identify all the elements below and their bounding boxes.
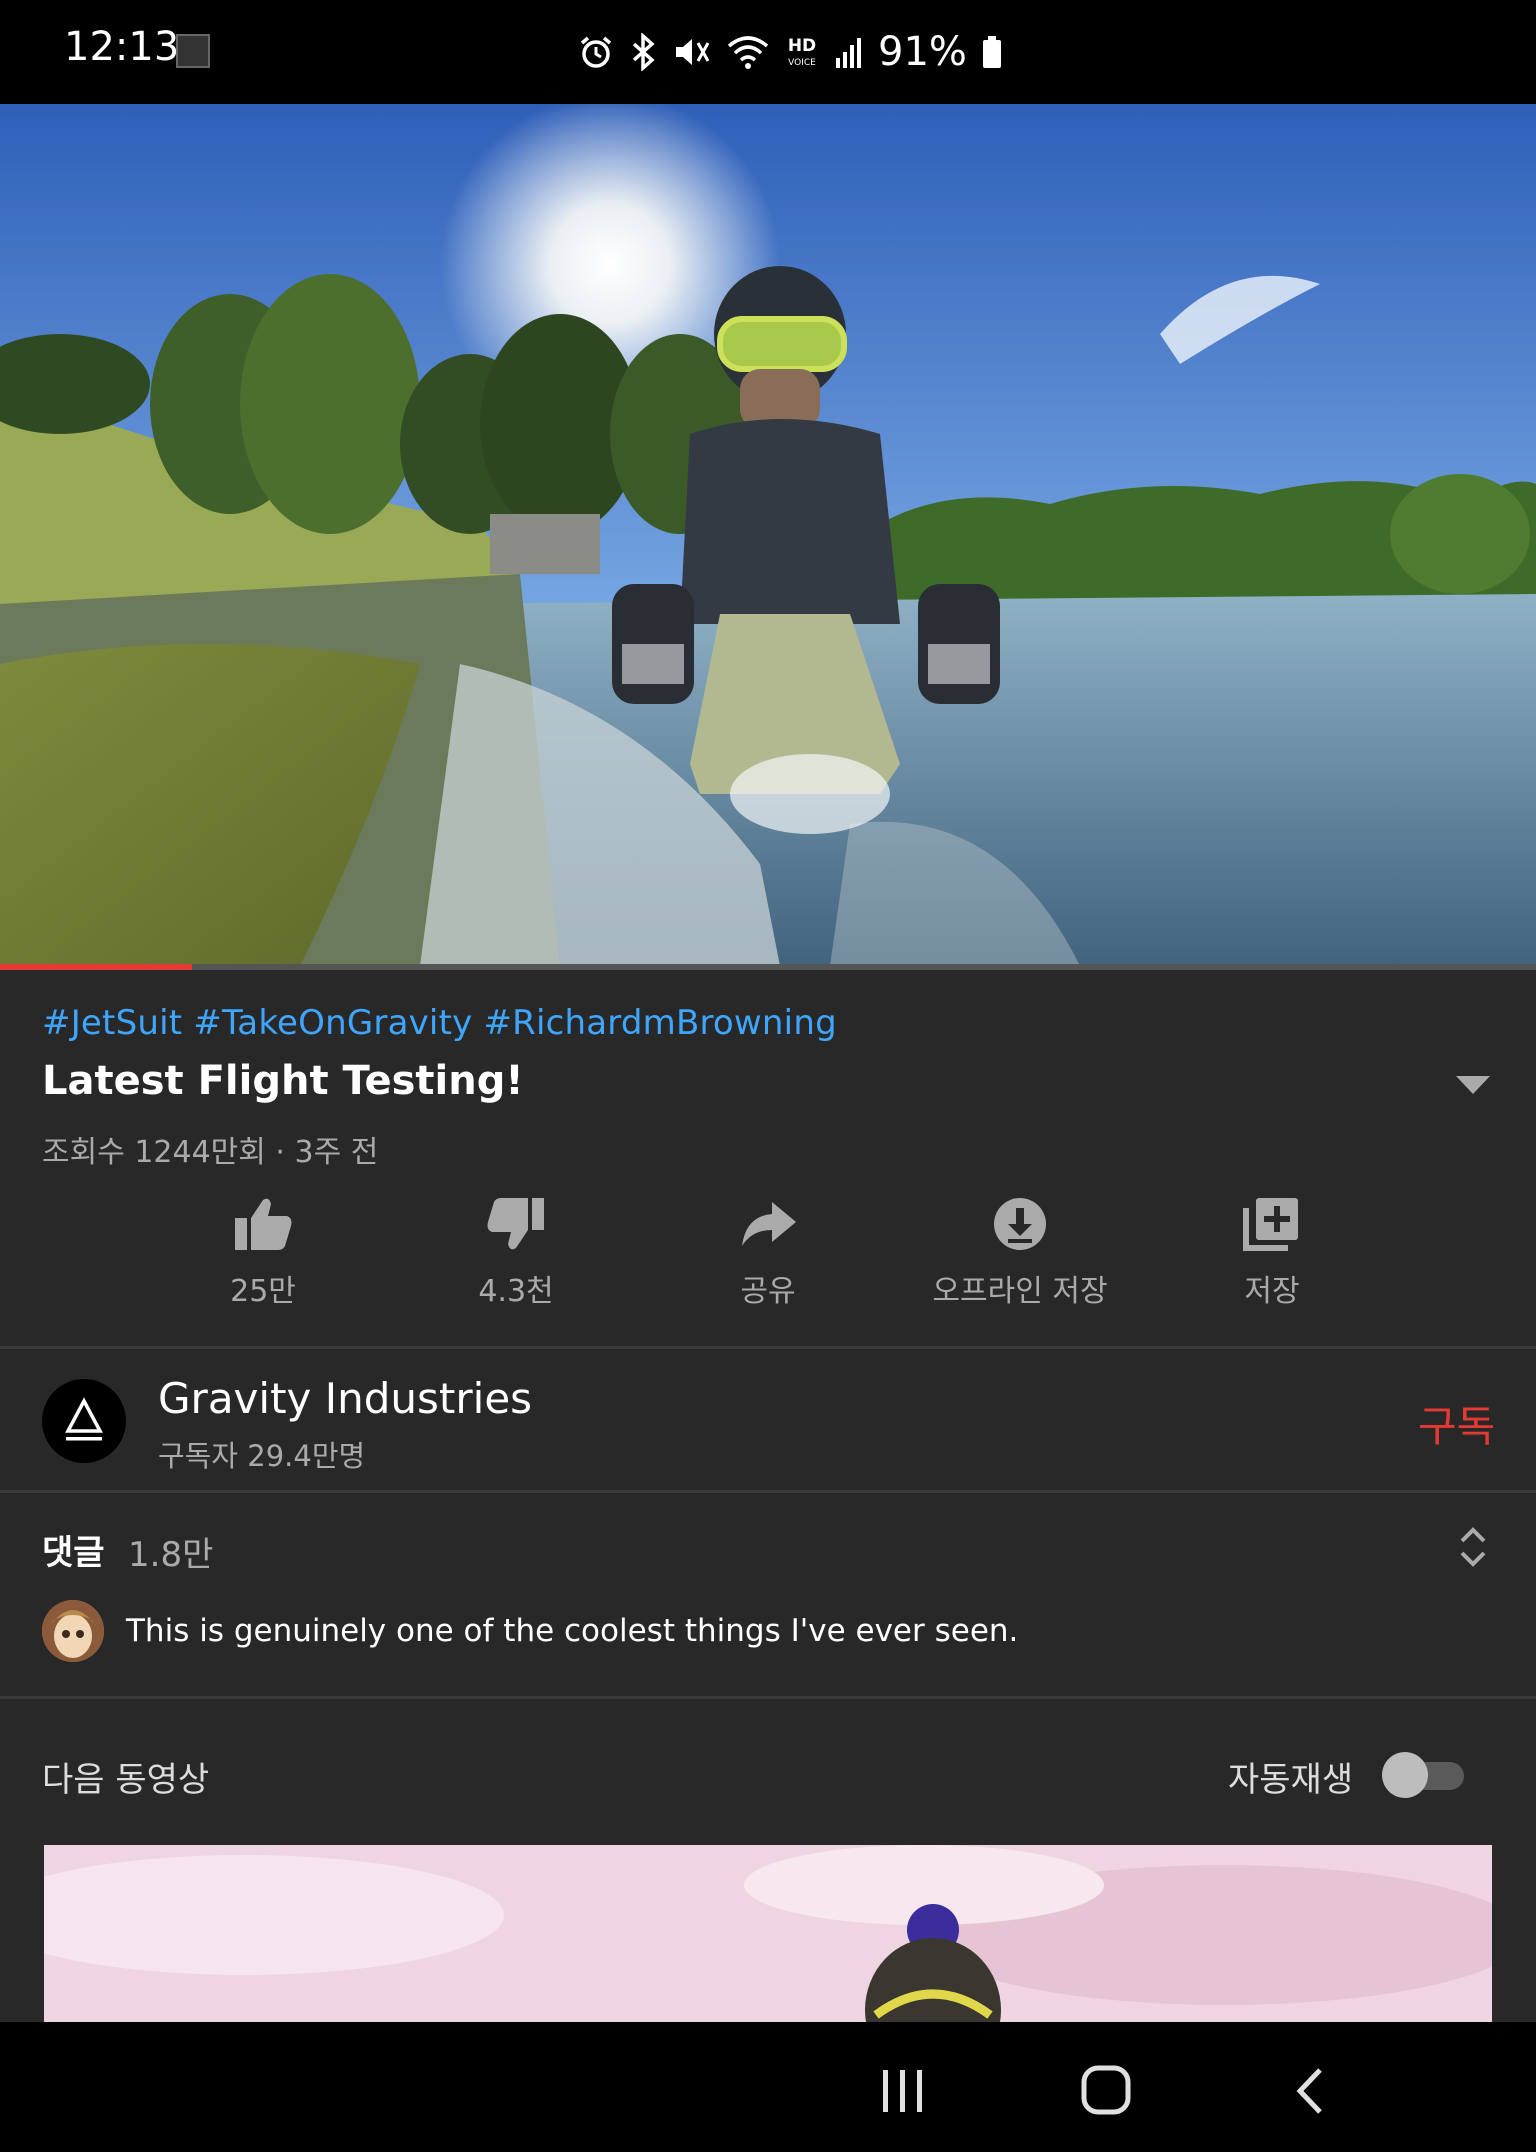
save-label: 저장: [1244, 1274, 1300, 1309]
like-button[interactable]: 25만: [143, 1196, 383, 1310]
svg-text:VOICE: VOICE: [788, 58, 816, 68]
channel-subscriber-count: 구독자 29.4만명: [158, 1439, 366, 1473]
wifi-icon: [727, 36, 769, 69]
autoplay-toggle[interactable]: [1382, 1752, 1466, 1798]
back-icon[interactable]: [1290, 2066, 1330, 2116]
channel-avatar[interactable]: [42, 1379, 126, 1463]
app-notification-icon: [176, 34, 210, 68]
share-label: 공유: [740, 1274, 796, 1309]
hd-voice-icon: HD VOICE: [788, 36, 816, 68]
share-icon: [742, 1202, 796, 1246]
video-title[interactable]: Latest Flight Testing!: [42, 1058, 524, 1104]
download-button[interactable]: 오프라인 저장: [900, 1196, 1140, 1310]
divider: [0, 1696, 1536, 1699]
share-button[interactable]: 공유: [648, 1196, 888, 1310]
top-comment-text: This is genuinely one of the coolest thi…: [126, 1613, 1019, 1649]
dislike-count: 4.3천: [478, 1274, 554, 1309]
signal-icon: [836, 38, 861, 68]
battery-icon: [982, 36, 1001, 68]
autoplay-toggle-knob: [1382, 1752, 1428, 1798]
thumbs-down-icon: [487, 1198, 544, 1250]
next-video-thumbnail[interactable]: [44, 1845, 1492, 2023]
video-progress-fill: [0, 964, 192, 970]
svg-text:HD: HD: [788, 36, 816, 56]
up-next-label: 다음 동영상: [42, 1760, 210, 1800]
navigation-bar: [0, 2022, 1536, 2152]
status-time: 12:13: [64, 24, 180, 70]
video-frame: [0, 104, 1536, 966]
status-icons: HD VOICE 91%: [578, 22, 1003, 82]
divider: [0, 1346, 1536, 1349]
autoplay-label: 자동재생: [1228, 1760, 1354, 1800]
video-player[interactable]: [0, 104, 1536, 966]
add-to-playlist-icon: [1243, 1198, 1298, 1251]
bluetooth-icon: [632, 33, 655, 71]
video-view-count: 조회수 1244만회 · 3주 전: [42, 1135, 379, 1170]
save-button[interactable]: 저장: [1152, 1196, 1392, 1310]
gravity-logo-icon: [65, 1397, 103, 1441]
comments-label: 댓글: [42, 1533, 105, 1573]
alarm-icon: [580, 36, 612, 68]
download-icon: [994, 1198, 1046, 1250]
dislike-button[interactable]: 4.3천: [396, 1196, 636, 1310]
divider: [0, 1490, 1536, 1493]
expand-description-icon[interactable]: [1456, 1076, 1490, 1094]
channel-name[interactable]: Gravity Industries: [158, 1374, 532, 1423]
download-label: 오프라인 저장: [932, 1274, 1108, 1309]
thumbs-up-icon: [235, 1198, 292, 1250]
comments-count: 1.8만: [128, 1535, 214, 1575]
video-hashtags[interactable]: #JetSuit #TakeOnGravity #RichardmBrownin…: [42, 1003, 837, 1043]
status-bar: 12:13 HD VOICE 91%: [0, 0, 1536, 104]
home-icon[interactable]: [1080, 2064, 1132, 2116]
expand-collapse-icon[interactable]: [1456, 1525, 1490, 1569]
subscribe-button[interactable]: 구독: [1418, 1393, 1495, 1454]
recent-apps-icon[interactable]: [878, 2066, 928, 2116]
mute-icon: [676, 39, 710, 65]
video-progress-bar[interactable]: [0, 964, 1536, 970]
commenter-avatar: [42, 1600, 104, 1662]
battery-percent: 91%: [878, 29, 967, 75]
like-count: 25만: [230, 1274, 296, 1309]
